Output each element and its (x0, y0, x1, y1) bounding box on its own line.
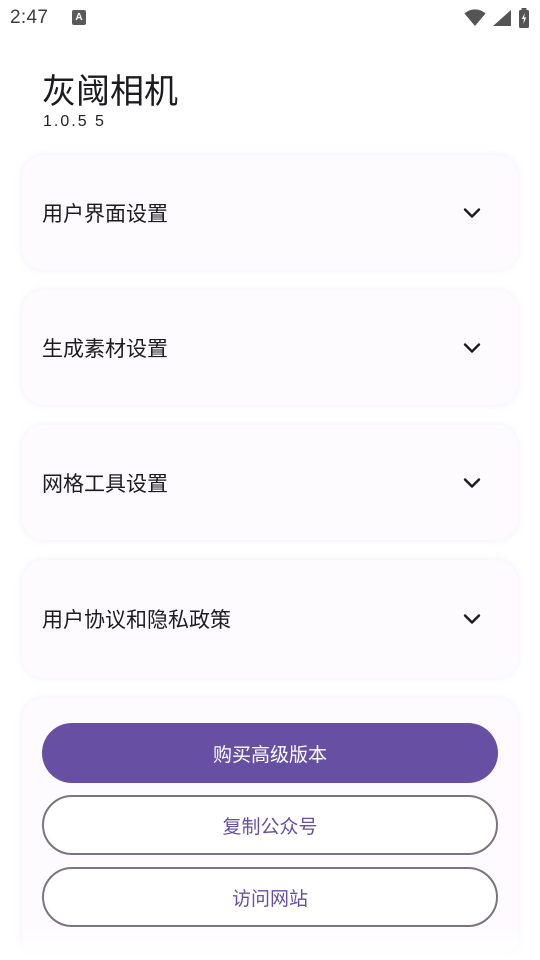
section-agreement-privacy[interactable]: 用户协议和隐私政策 (22, 560, 518, 678)
section-ui-settings[interactable]: 用户界面设置 (22, 155, 518, 270)
section-label: 生成素材设置 (42, 336, 168, 361)
section-material-settings[interactable]: 生成素材设置 (22, 290, 518, 405)
bottom-fade (0, 930, 540, 960)
section-label: 用户界面设置 (42, 201, 168, 226)
section-grid-tool-settings[interactable]: 网格工具设置 (22, 425, 518, 540)
chevron-down-icon[interactable] (462, 203, 482, 223)
chevron-down-icon[interactable] (462, 609, 482, 629)
section-label: 网格工具设置 (42, 471, 168, 496)
battery-icon (519, 8, 529, 28)
chevron-down-icon[interactable] (462, 473, 482, 493)
status-bar: 2:47 A (0, 0, 540, 36)
copy-account-button[interactable]: 复制公众号 (42, 795, 498, 855)
app-version: 1.0.5 5 (43, 113, 106, 130)
status-icons (464, 8, 530, 28)
buy-premium-button[interactable]: 购买高级版本 (42, 723, 498, 783)
signal-icon (493, 10, 511, 26)
chevron-down-icon[interactable] (462, 338, 482, 358)
app-title: 灰阈相机 (42, 72, 178, 112)
section-label: 用户协议和隐私政策 (42, 608, 231, 632)
wifi-icon (464, 9, 486, 26)
status-time: 2:47 (10, 7, 49, 28)
visit-site-button[interactable]: 访问网站 (42, 867, 498, 927)
notification-icon: A (72, 10, 86, 25)
